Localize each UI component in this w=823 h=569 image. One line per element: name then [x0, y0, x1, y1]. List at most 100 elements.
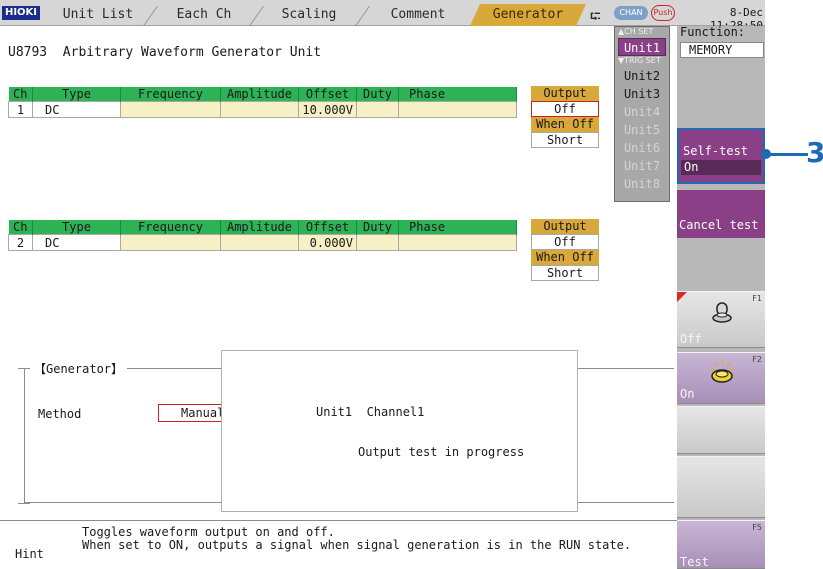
callout-line [766, 153, 808, 156]
cell-frequency[interactable] [120, 101, 221, 118]
hint-line-2: When set to ON, outputs a signal when si… [82, 538, 632, 552]
table-header-row: Ch Type Frequency Amplitude Offset Duty … [8, 220, 517, 235]
callout-dot [761, 149, 771, 159]
header-frequency: Frequency [120, 220, 221, 235]
unit-item: Unit8 [623, 177, 661, 191]
cell-offset[interactable]: 10.000V [298, 101, 357, 118]
when-off-header: When Off [531, 117, 599, 132]
lamp-on-icon [711, 360, 733, 383]
unit-item[interactable]: Unit1 [618, 38, 666, 56]
cell-ch: 1 [8, 101, 33, 118]
frame-tick [18, 368, 30, 369]
tab-scaling[interactable]: Scaling [262, 4, 356, 26]
cell-duty[interactable] [356, 101, 399, 118]
header-phase: Phase [398, 220, 517, 235]
output-field[interactable]: Off [531, 234, 599, 250]
table-header-row: Ch Type Frequency Amplitude Offset Duty … [8, 87, 517, 102]
f5-test-label: Test [680, 555, 709, 569]
selected-corner-mark [677, 292, 687, 302]
header-ch: Ch [8, 220, 33, 235]
lamp-off-icon [712, 302, 732, 323]
cell-amplitude[interactable] [220, 234, 299, 251]
when-off-field[interactable]: Short [531, 132, 599, 148]
cell-type[interactable]: DC [32, 101, 121, 118]
hioki-logo: HIOKI [2, 6, 40, 20]
dialog-status-message: Output test in progress [358, 445, 525, 459]
channel-1-table: Ch Type Frequency Amplitude Offset Duty … [8, 87, 517, 118]
when-off-header: When Off [531, 250, 599, 265]
unit-title: U8793 Arbitrary Waveform Generator Unit [8, 45, 322, 60]
header-type: Type [32, 87, 121, 102]
tab-comment[interactable]: Comment [368, 4, 468, 26]
unit-item: Unit5 [623, 123, 661, 137]
when-off-field[interactable]: Short [531, 265, 599, 281]
function-label: Function: [680, 25, 746, 39]
cell-amplitude[interactable] [220, 101, 299, 118]
self-test-button[interactable]: Self-test On [677, 128, 765, 184]
output-header: Output [531, 86, 599, 101]
method-field[interactable]: Manual [158, 404, 222, 422]
hint-line-1: Toggles waveform output on and off. [82, 525, 335, 539]
header-type: Type [32, 220, 121, 235]
header-duty: Duty [356, 87, 399, 102]
test-progress-dialog: Unit1 Channel1 Output test in progress [221, 350, 578, 512]
cell-ch: 2 [8, 234, 33, 251]
f1-off-button[interactable]: F1 Off [677, 291, 765, 348]
unit-item: Unit6 [623, 141, 661, 155]
output-field[interactable]: Off [531, 101, 599, 117]
cancel-test-label: Cancel test [679, 218, 759, 232]
header-offset: Offset [298, 87, 357, 102]
self-test-value: On [681, 160, 761, 175]
output-header: Output [531, 219, 599, 234]
f1-off-label: Off [680, 332, 702, 346]
cell-type[interactable]: DC [32, 234, 121, 251]
frame-tick [18, 503, 30, 504]
f4-button[interactable] [677, 456, 765, 518]
header-ch: Ch [8, 87, 33, 102]
tab-generator[interactable]: Generator [470, 4, 586, 26]
header-amplitude: Amplitude [220, 87, 299, 102]
tab-each-ch[interactable]: Each Ch [156, 4, 252, 26]
channel-2-table: Ch Type Frequency Amplitude Offset Duty … [8, 220, 517, 251]
header-duty: Duty [356, 220, 399, 235]
chan-badge: CHAN [614, 6, 648, 20]
tab-unit-list[interactable]: Unit List [48, 4, 148, 26]
cancel-test-button[interactable]: Cancel test [677, 190, 765, 238]
trig-set-label: ▼TRIG SET [618, 56, 661, 65]
table-row: 2 DC 0.000V [8, 234, 517, 251]
f3-button[interactable] [677, 406, 765, 454]
f5-test-button[interactable]: F5 Test [677, 520, 765, 569]
channel-2-output-group: Output Off When Off Short [531, 219, 599, 281]
channel-1-output-group: Output Off When Off Short [531, 86, 599, 148]
generator-group-title: 【Generator】 [30, 360, 128, 377]
unit-item[interactable]: Unit2 [618, 67, 666, 85]
push-badge: Push [651, 5, 675, 21]
hint-bar: Hint Toggles waveform output on and off.… [0, 520, 677, 569]
unit-item[interactable]: Unit3 [618, 85, 666, 103]
cell-phase[interactable] [398, 234, 517, 251]
ch-set-label: ▲CH SET [618, 27, 654, 36]
f2-key-label: F2 [752, 355, 762, 364]
callout-number: 3 [806, 136, 823, 169]
dialog-unit-channel: Unit1 Channel1 [316, 405, 425, 419]
function-value: MEMORY [680, 42, 764, 58]
self-test-label: Self-test [683, 144, 749, 158]
waveform-icon: ⮓ [590, 9, 601, 25]
table-row: 1 DC 10.000V [8, 101, 517, 118]
header-amplitude: Amplitude [220, 220, 299, 235]
header-offset: Offset [298, 220, 357, 235]
unit-selector-menu: ▲CH SET Unit1 ▼TRIG SET Unit2 Unit3 Unit… [614, 26, 670, 202]
cell-duty[interactable] [356, 234, 399, 251]
hint-label: Hint [15, 547, 44, 561]
unit-item: Unit7 [623, 159, 661, 173]
f5-key-label: F5 [752, 523, 762, 532]
cell-phase[interactable] [398, 101, 517, 118]
header-phase: Phase [398, 87, 517, 102]
unit-item: Unit4 [623, 105, 661, 119]
cell-offset[interactable]: 0.000V [298, 234, 357, 251]
header-frequency: Frequency [120, 87, 221, 102]
method-label: Method [38, 407, 82, 421]
f2-on-button[interactable]: F2 On [677, 352, 765, 404]
f1-key-label: F1 [752, 294, 762, 303]
cell-frequency[interactable] [120, 234, 221, 251]
